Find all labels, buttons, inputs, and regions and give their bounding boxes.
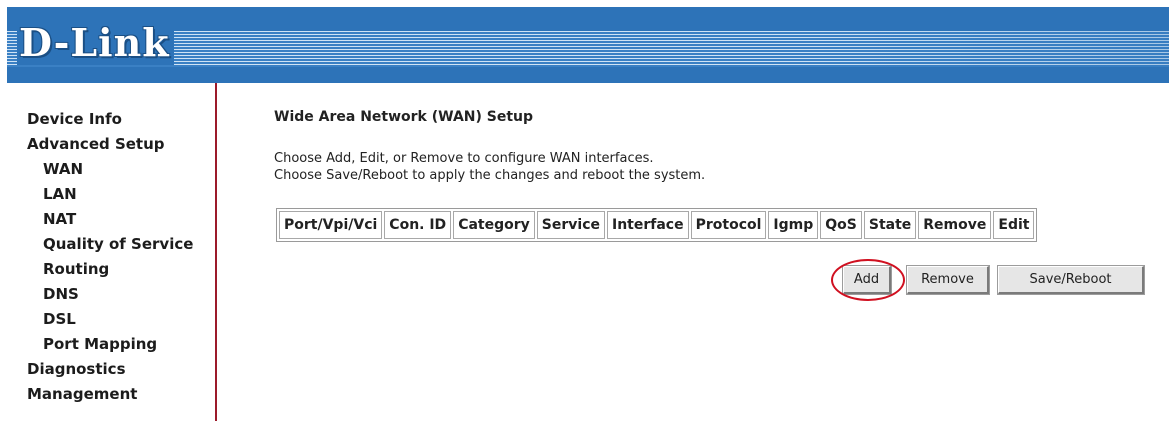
description-line-2: Choose Save/Reboot to apply the changes … [274, 168, 706, 183]
page-title: Wide Area Network (WAN) Setup [274, 109, 534, 125]
column-header-category: Category [453, 211, 535, 239]
column-header-qos: QoS [820, 211, 862, 239]
column-header-remove: Remove [918, 211, 992, 239]
column-header-protocol: Protocol [690, 211, 767, 239]
column-header-port-vpi-vci: Port/Vpi/Vci [279, 211, 383, 239]
table-header-row: Port/Vpi/Vci Con. ID Category Service In… [279, 211, 1035, 239]
sidebar-item-advanced-setup[interactable]: Advanced Setup [27, 135, 165, 153]
column-header-interface: Interface [606, 211, 689, 239]
main-content: Wide Area Network (WAN) Setup Choose Add… [219, 83, 1169, 421]
sidebar-nav: Device Info Advanced Setup WAN LAN NAT Q… [7, 83, 217, 421]
sidebar-item-quality-of-service[interactable]: Quality of Service [43, 235, 193, 253]
sidebar-item-dsl[interactable]: DSL [43, 310, 76, 328]
sidebar-item-lan[interactable]: LAN [43, 185, 77, 203]
sidebar-item-diagnostics[interactable]: Diagnostics [27, 360, 126, 378]
description-line-1: Choose Add, Edit, or Remove to configure… [274, 151, 654, 166]
sidebar-item-port-mapping[interactable]: Port Mapping [43, 335, 157, 353]
sidebar-item-device-info[interactable]: Device Info [27, 110, 122, 128]
sidebar-item-management[interactable]: Management [27, 385, 137, 403]
sidebar-item-nat[interactable]: NAT [43, 210, 76, 228]
save-reboot-button[interactable]: Save/Reboot [997, 265, 1145, 295]
header-banner: D-Link [7, 7, 1169, 83]
add-button[interactable]: Add [842, 265, 892, 295]
column-header-edit: Edit [993, 211, 1035, 239]
sidebar-item-routing[interactable]: Routing [43, 260, 109, 278]
dlink-logo[interactable]: D-Link [17, 21, 174, 65]
sidebar-item-wan[interactable]: WAN [43, 160, 83, 178]
wan-interfaces-table: Port/Vpi/Vci Con. ID Category Service In… [276, 208, 1038, 242]
sidebar-item-dns[interactable]: DNS [43, 285, 79, 303]
remove-button[interactable]: Remove [906, 265, 990, 295]
column-header-con-id: Con. ID [384, 211, 452, 239]
column-header-igmp: Igmp [768, 211, 819, 239]
column-header-state: State [863, 211, 917, 239]
column-header-service: Service [536, 211, 605, 239]
